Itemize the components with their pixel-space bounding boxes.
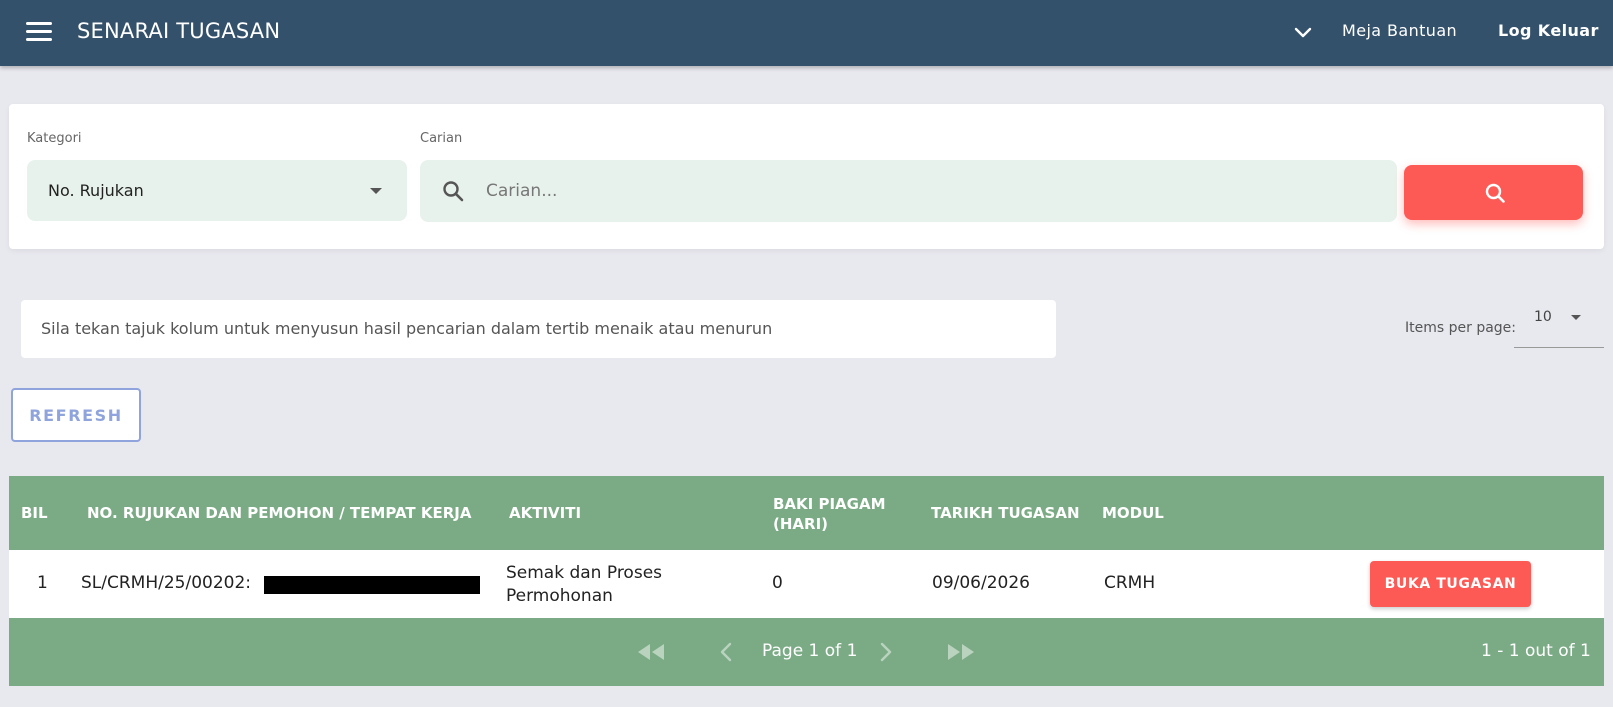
row-number: 1	[37, 573, 48, 593]
chevron-down-icon[interactable]	[1293, 22, 1313, 42]
hamburger-menu-icon[interactable]	[26, 22, 52, 42]
table-row: 1 SL/CRMH/25/00202: Semak dan Proses Per…	[9, 550, 1604, 618]
sort-hint-box: Sila tekan tajuk kolum untuk menyusun ha…	[21, 300, 1056, 358]
task-date-value: 09/06/2026	[932, 573, 1030, 593]
search-icon	[443, 181, 464, 202]
search-icon	[1485, 183, 1505, 203]
column-header-charter-balance-line2: (HARI)	[773, 515, 829, 533]
search-field[interactable]	[420, 160, 1397, 222]
dropdown-caret-icon	[1571, 315, 1581, 320]
search-input[interactable]	[486, 172, 1366, 210]
search-label: Carian	[420, 131, 463, 146]
first-page-icon[interactable]	[635, 642, 667, 662]
items-per-page-label: Items per page:	[1405, 320, 1517, 336]
category-select[interactable]: No. Rujukan	[27, 160, 407, 221]
redacted-applicant-name	[264, 576, 480, 594]
logout-link[interactable]: Log Keluar	[1498, 21, 1599, 40]
reference-number: SL/CRMH/25/00202:	[81, 573, 252, 593]
page-title: SENARAI TUGASAN	[77, 19, 281, 43]
previous-page-icon[interactable]	[718, 642, 734, 662]
dropdown-caret-icon	[370, 188, 382, 194]
help-desk-link[interactable]: Meja Bantuan	[1342, 21, 1457, 40]
column-header-task-date[interactable]: TARIKH TUGASAN	[931, 504, 1080, 522]
table-header: BIL NO. RUJUKAN DAN PEMOHON / TEMPAT KER…	[9, 476, 1604, 550]
column-header-activity[interactable]: AKTIVITI	[509, 504, 581, 522]
result-range: 1 - 1 out of 1	[1481, 641, 1591, 661]
task-table: BIL NO. RUJUKAN DAN PEMOHON / TEMPAT KER…	[9, 476, 1604, 686]
category-label: Kategori	[27, 131, 82, 146]
column-header-reference[interactable]: NO. RUJUKAN DAN PEMOHON / TEMPAT KERJA	[87, 504, 471, 522]
sort-hint-text: Sila tekan tajuk kolum untuk menyusun ha…	[41, 319, 773, 338]
column-header-bil[interactable]: BIL	[21, 504, 48, 522]
column-header-charter-balance-line1: BAKI PIAGAM	[773, 495, 886, 513]
last-page-icon[interactable]	[945, 642, 977, 662]
filter-card: Kategori Carian No. Rujukan	[9, 104, 1604, 249]
activity-line1: Semak dan Proses	[506, 563, 663, 583]
activity-line2: Permohonan	[506, 586, 613, 606]
category-select-value: No. Rujukan	[48, 181, 144, 200]
column-header-module[interactable]: MODUL	[1102, 504, 1164, 522]
open-task-button[interactable]: BUKA TUGASAN	[1370, 561, 1531, 607]
pagination-bar: Page 1 of 1 1 - 1 out of 1	[9, 618, 1604, 686]
next-page-icon[interactable]	[878, 642, 894, 662]
module-value: CRMH	[1104, 573, 1156, 593]
items-per-page-value: 10	[1534, 309, 1552, 325]
refresh-button[interactable]: REFRESH	[11, 388, 141, 442]
charter-balance-value: 0	[772, 573, 783, 593]
top-app-bar: SENARAI TUGASAN Meja Bantuan Log Keluar	[0, 0, 1613, 66]
column-header-charter-balance[interactable]: BAKI PIAGAM (HARI)	[773, 494, 886, 534]
items-per-page-select[interactable]: 10	[1514, 300, 1604, 348]
activity-cell: Semak dan Proses Permohonan	[506, 562, 662, 608]
search-button[interactable]	[1404, 165, 1583, 220]
page-indicator: Page 1 of 1	[762, 641, 858, 661]
